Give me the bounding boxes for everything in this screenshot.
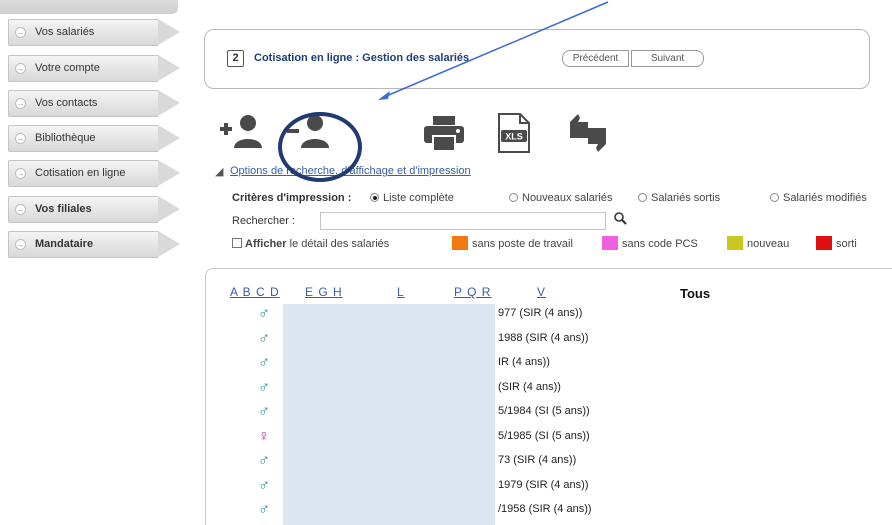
sidebar-top-tab [0, 0, 178, 14]
male-icon: ♂ [258, 378, 270, 396]
annotation-circle [278, 112, 362, 182]
xls-icon[interactable]: XLS [496, 112, 532, 154]
employee-info: /1958 (SIR (4 ans)) [498, 503, 592, 515]
male-icon: ♂ [258, 403, 270, 420]
arrow-bullet-icon: → [15, 168, 26, 179]
sidebar-item-vos-filiales[interactable]: → Vos filiales [8, 196, 183, 223]
page-title: Cotisation en ligne : Gestion des salari… [254, 52, 470, 64]
employee-info: IR (4 ans)) [498, 356, 550, 368]
arrow-bullet-icon: → [15, 63, 26, 74]
legend-swatch [727, 236, 743, 250]
sidebar-item-label: Vos contacts [35, 97, 98, 109]
legend-swatch [602, 236, 618, 250]
male-icon: ♂ [258, 452, 270, 469]
female-icon: ♀ [258, 427, 270, 445]
arrow-bullet-icon: → [15, 239, 26, 250]
employee-info: 5/1985 (SI (5 ans)) [498, 429, 590, 442]
arrow-bullet-icon: → [15, 204, 26, 215]
radio-icon [509, 193, 518, 202]
sidebar-item-mandataire[interactable]: → Mandataire [8, 231, 183, 258]
add-person-icon[interactable] [218, 112, 270, 152]
sidebar-item-bibliotheque[interactable]: → Bibliothèque [8, 125, 183, 152]
employee-info: (SIR (4 ans)) [498, 380, 561, 393]
criteria-label: Critères d'impression : [232, 192, 352, 204]
arrow-bullet-icon: → [15, 27, 26, 38]
detail-checkbox[interactable]: Afficher le détail des salariés [232, 238, 389, 250]
employee-info: 1979 (SIR (4 ans)) [498, 478, 589, 491]
legend-swatch [816, 236, 832, 250]
thumbs-icon[interactable] [566, 112, 610, 154]
employee-info: 5/1984 (SI (5 ans)) [498, 405, 590, 417]
radio-nouveaux-salaries[interactable]: Nouveaux salariés [509, 192, 613, 204]
step-number-icon: 2 [227, 50, 244, 67]
legend-item: sans code PCS [602, 236, 698, 250]
sidebar-item-vos-contacts[interactable]: → Vos contacts [8, 90, 183, 117]
radio-selected-icon [370, 193, 379, 202]
sidebar-item-label: Vos filiales [35, 203, 92, 215]
arrow-bullet-icon: → [15, 133, 26, 144]
arrow-bullet-icon: → [15, 98, 26, 109]
sidebar-item-votre-compte[interactable]: → Votre compte [8, 55, 183, 82]
sidebar-item-label: Votre compte [35, 62, 100, 74]
alpha-filter-all[interactable]: Tous [680, 286, 710, 301]
alpha-filter-v[interactable]: V [537, 285, 546, 299]
alpha-filter-pqr[interactable]: P Q R [454, 285, 491, 299]
male-icon: ♂ [258, 354, 270, 371]
male-icon: ♂ [258, 305, 270, 322]
radio-salaries-sortis[interactable]: Salariés sortis [638, 192, 720, 204]
alpha-filter-egh[interactable]: E G H [305, 285, 343, 299]
alpha-filter-l[interactable]: L [397, 285, 405, 299]
sidebar-item-label: Vos salariés [35, 26, 95, 38]
radio-icon [638, 193, 647, 202]
next-button[interactable]: Suivant [631, 50, 704, 67]
sidebar-item-vos-salaries[interactable]: → Vos salariés [8, 19, 183, 46]
employee-info: 1988 (SIR (4 ans)) [498, 331, 589, 344]
print-icon[interactable] [423, 115, 465, 153]
alpha-filter-abcd[interactable]: A B C D [230, 285, 280, 299]
employee-info: 73 (SIR (4 ans)) [498, 454, 577, 466]
xls-label: XLS [505, 132, 523, 142]
search-icon[interactable] [614, 212, 627, 228]
sidebar-item-label: Bibliothèque [35, 132, 96, 144]
male-icon: ♂ [258, 329, 270, 347]
checkbox-icon [232, 238, 242, 248]
legend-swatch [452, 236, 468, 250]
employee-info: 977 (SIR (4 ans)) [498, 307, 583, 319]
legend-item: sans poste de travail [452, 236, 573, 250]
page-header: 2 Cotisation en ligne : Gestion des sala… [204, 29, 870, 89]
sidebar-item-label: Cotisation en ligne [35, 167, 126, 179]
male-icon: ♂ [258, 476, 270, 494]
radio-icon [770, 193, 779, 202]
wrench-icon: ◢ [215, 166, 224, 178]
radio-salaries-modifies[interactable]: Salariés modifiés [770, 192, 867, 204]
sidebar: → Vos salariés → Votre compte → Vos cont… [0, 0, 200, 525]
sidebar-item-cotisation[interactable]: → Cotisation en ligne [8, 160, 183, 187]
search-label: Rechercher : [232, 215, 295, 227]
radio-liste-complete[interactable]: Liste complète [370, 192, 454, 204]
redacted-area [283, 304, 495, 525]
previous-button[interactable]: Précédent [562, 50, 629, 67]
male-icon: ♂ [258, 501, 270, 518]
sidebar-item-label: Mandataire [35, 238, 94, 250]
legend-item: sorti [816, 236, 857, 250]
legend-item: nouveau [727, 236, 789, 250]
search-input[interactable] [320, 212, 606, 230]
